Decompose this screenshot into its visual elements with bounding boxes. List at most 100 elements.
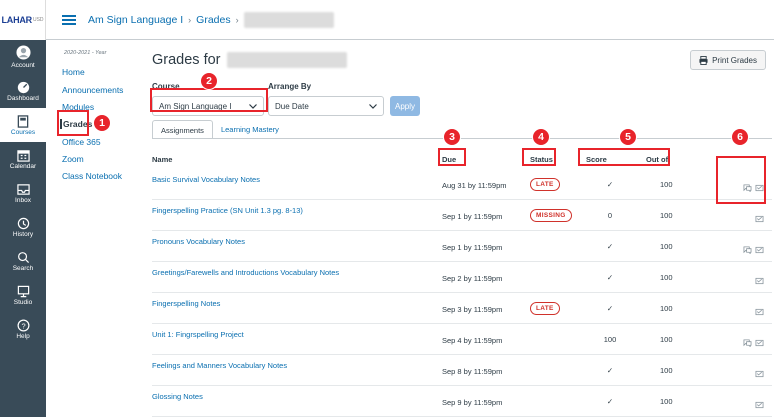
nav-studio[interactable]: Studio: [0, 278, 46, 312]
logo-suffix: USD: [32, 17, 44, 23]
nav-history[interactable]: History: [0, 210, 46, 244]
arrange-by-label: Arrange By: [268, 82, 312, 91]
course-nav-announcements[interactable]: Announcements: [62, 85, 123, 95]
courses-icon: [15, 114, 31, 128]
print-grades-label: Print Grades: [712, 55, 757, 65]
row-icons: [724, 396, 764, 414]
hamburger-menu-icon[interactable]: [62, 14, 76, 25]
assignment-link[interactable]: Fingerspelling Notes: [152, 299, 220, 308]
studio-icon: [15, 284, 31, 298]
status-badge: LATE: [530, 302, 560, 315]
assignment-link[interactable]: Fingerspelling Practice (SN Unit 1.3 pg.…: [152, 206, 303, 215]
term-label: 2020-2021 - Year: [64, 50, 107, 56]
course-nav-home[interactable]: Home: [62, 67, 85, 77]
assignment-link[interactable]: Basic Survival Vocabulary Notes: [152, 175, 260, 184]
row-icons: [724, 365, 764, 383]
rubric-icon[interactable]: [755, 303, 764, 321]
due-date: Sep 1 by 11:59pm: [442, 243, 503, 252]
assignment-link[interactable]: Glossing Notes: [152, 392, 203, 401]
nav-dashboard[interactable]: Dashboard: [0, 74, 46, 108]
due-date: Aug 31 by 11:59pm: [442, 181, 507, 190]
breadcrumb-course[interactable]: Am Sign Language I: [88, 14, 183, 26]
out-of-value: 100: [660, 397, 673, 406]
out-of-value: 100: [660, 304, 673, 313]
callout-box-due: [438, 148, 466, 166]
apply-button[interactable]: Apply: [390, 96, 420, 116]
due-date: Sep 2 by 11:59pm: [442, 274, 503, 283]
printer-icon: [699, 55, 708, 65]
history-icon: [15, 216, 31, 230]
tab-divider: [152, 138, 772, 139]
chevron-down-icon: [369, 103, 377, 109]
table-row: Unit 1: Fingrspelling Project Sep 4 by 11…: [152, 323, 772, 355]
assignment-link[interactable]: Greetings/Farewells and Introductions Vo…: [152, 268, 339, 277]
table-row: Fingerspelling Notes Sep 3 by 11:59pm LATE…: [152, 292, 772, 324]
out-of-value: 100: [660, 242, 673, 251]
table-row: Pronouns Vocabulary Notes Sep 1 by 11:59p…: [152, 230, 772, 262]
callout-box-course: [150, 88, 268, 112]
due-date: Sep 9 by 11:59pm: [442, 398, 503, 407]
arrange-by-value: Due Date: [275, 101, 309, 111]
tab-assignments[interactable]: Assignments: [152, 120, 213, 139]
score-value: ✓: [606, 397, 614, 406]
score-value: ✓: [606, 242, 614, 251]
callout-badge: 5: [619, 128, 637, 146]
due-date: Sep 3 by 11:59pm: [442, 305, 503, 314]
due-date: Sep 1 by 11:59pm: [442, 212, 503, 221]
breadcrumb-separator: ›: [188, 14, 192, 25]
status-badge: LATE: [530, 178, 560, 191]
assignment-link[interactable]: Unit 1: Fingrspelling Project: [152, 330, 244, 339]
score-value: 0: [607, 211, 613, 220]
row-icons: [724, 303, 764, 321]
table-row: Feelings and Manners Vocabulary Notes Sep…: [152, 354, 772, 386]
comment-icon[interactable]: [743, 334, 752, 352]
breadcrumb-grades[interactable]: Grades: [196, 14, 230, 26]
rubric-icon[interactable]: [755, 365, 764, 383]
rubric-icon[interactable]: [755, 241, 764, 259]
nav-courses[interactable]: Courses: [0, 108, 46, 142]
tab-learning-mastery[interactable]: Learning Mastery: [213, 120, 287, 139]
callout-badge: 6: [731, 128, 749, 146]
row-icons: [724, 334, 764, 352]
grades-tabs: Assignments Learning Mastery: [152, 120, 287, 139]
callout-badge: 2: [200, 72, 218, 90]
comment-icon[interactable]: [743, 241, 752, 259]
page-title: Grades for: [152, 52, 347, 69]
score-value: ✓: [606, 180, 614, 189]
score-value: ✓: [606, 366, 614, 375]
table-row: Glossing Notes Sep 9 by 11:59pm ✓ 100: [152, 385, 772, 417]
redacted-student-name: [243, 11, 334, 28]
column-header-name[interactable]: Name: [152, 155, 172, 164]
row-icons: [724, 210, 764, 228]
nav-account[interactable]: Account: [0, 40, 46, 74]
nav-search[interactable]: Search: [0, 244, 46, 278]
row-icons: [724, 241, 764, 259]
assignment-link[interactable]: Feelings and Manners Vocabulary Notes: [152, 361, 287, 370]
rubric-icon[interactable]: [755, 334, 764, 352]
course-header: Am Sign Language I › Grades ›: [46, 0, 774, 40]
nav-calendar[interactable]: Calendar: [0, 142, 46, 176]
assignment-link[interactable]: Pronouns Vocabulary Notes: [152, 237, 245, 246]
course-nav-zoom[interactable]: Zoom: [62, 154, 84, 164]
course-nav-office-365[interactable]: Office 365: [62, 137, 101, 147]
arrange-by-select[interactable]: Due Date: [268, 96, 384, 116]
nav-inbox[interactable]: Inbox: [0, 176, 46, 210]
inbox-icon: [15, 182, 31, 196]
nav-help[interactable]: ? Help: [0, 312, 46, 346]
help-icon: ?: [15, 318, 31, 332]
status-badge: MISSING: [530, 209, 572, 222]
district-logo[interactable]: LAHAR USD: [0, 0, 46, 40]
callout-box-status: [522, 148, 556, 166]
rubric-icon[interactable]: [755, 396, 764, 414]
course-nav-class-notebook[interactable]: Class Notebook: [62, 171, 122, 181]
nav-label: Search: [12, 265, 34, 272]
rubric-icon[interactable]: [755, 210, 764, 228]
rubric-icon[interactable]: [755, 272, 764, 290]
nav-label: Dashboard: [7, 95, 39, 102]
print-grades-button[interactable]: Print Grades: [690, 50, 766, 70]
out-of-value: 100: [660, 211, 673, 220]
page-title-text: Grades for: [152, 52, 221, 68]
dashboard-icon: [15, 80, 31, 94]
out-of-value: 100: [660, 180, 673, 189]
nav-label: Inbox: [15, 197, 31, 204]
